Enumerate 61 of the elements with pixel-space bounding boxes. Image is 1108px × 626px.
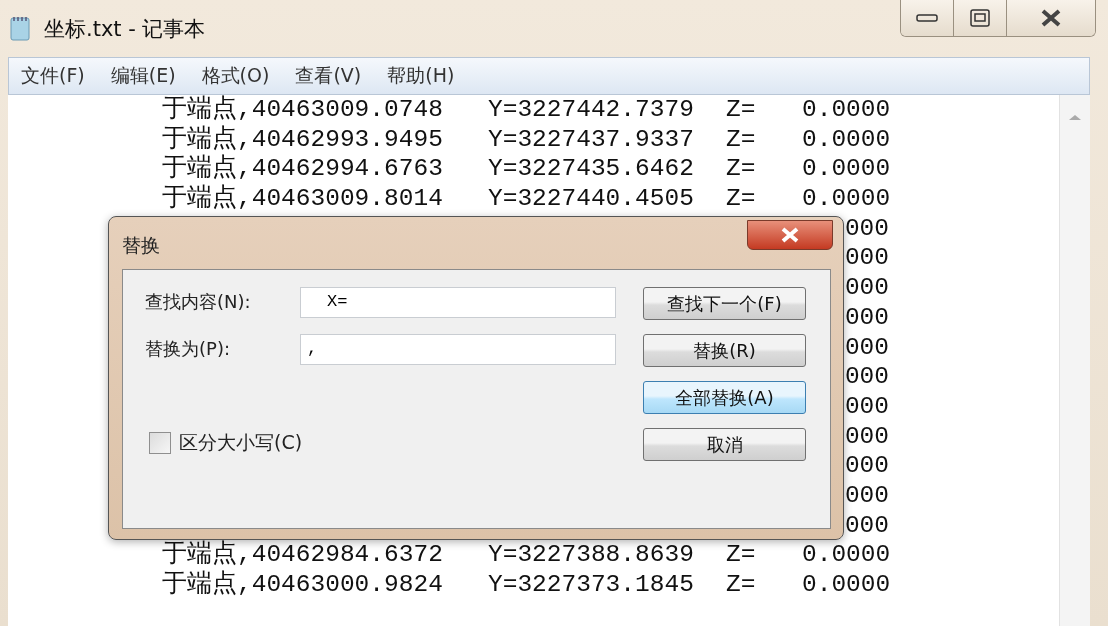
- dialog-button[interactable]: 查找下一个(F): [643, 287, 806, 320]
- close-button[interactable]: [1007, 0, 1095, 36]
- text-line: 000: [844, 392, 889, 420]
- text-line: 于端点,40462993.9495: [162, 125, 443, 153]
- text-line: Y=3227437.9337: [488, 125, 694, 153]
- text-line: 0.0000: [802, 571, 891, 598]
- text-line: Z=: [726, 571, 756, 598]
- text-line: Y=3227373.1845: [488, 571, 694, 598]
- minimize-icon[interactable]: [916, 13, 938, 23]
- dialog-button[interactable]: 取消: [643, 428, 806, 461]
- text-line: 000: [844, 452, 889, 480]
- text-line: Z=: [726, 185, 756, 213]
- scrollbar[interactable]: [1059, 95, 1090, 626]
- text-line: Y=3227440.4505: [488, 185, 694, 213]
- text-line: Z=: [726, 155, 756, 183]
- text-line: 于端点,40463009.0748: [162, 96, 443, 123]
- menu-item[interactable]: 文件(F): [21, 63, 85, 89]
- text-line: Y=3227388.8639: [488, 541, 694, 569]
- input-field[interactable]: ,: [300, 333, 616, 365]
- text-line: 000: [844, 511, 889, 539]
- dialog-title: 替换: [122, 233, 160, 258]
- menu-item[interactable]: 格式(O): [201, 63, 270, 89]
- text-line: 000: [844, 333, 889, 361]
- maximize-button[interactable]: [954, 0, 1007, 36]
- text-line: Z=: [726, 125, 756, 153]
- notepad-icon: [10, 15, 32, 41]
- field-label: 替换为(P):: [145, 337, 231, 361]
- text-line: 000: [844, 214, 889, 242]
- text-line: 于端点,40463009.8014: [162, 185, 443, 213]
- window-title: 坐标.txt - 记事本: [44, 16, 206, 43]
- input-field[interactable]: X=: [300, 286, 616, 318]
- menu-item[interactable]: 查看(V): [295, 63, 362, 89]
- text-line: 于端点,40463000.9824: [162, 571, 443, 598]
- field-label: 查找内容(N):: [145, 290, 252, 314]
- checkbox[interactable]: [149, 432, 171, 454]
- text-line: 000: [844, 422, 889, 450]
- checkbox-label[interactable]: 区分大小写(C): [179, 430, 303, 456]
- minimize-button[interactable]: [901, 0, 954, 36]
- close-button[interactable]: [747, 220, 833, 250]
- menu-item[interactable]: 编辑(E): [110, 63, 176, 89]
- text-line: 000: [844, 244, 889, 272]
- menu-item[interactable]: 帮助(H): [387, 63, 455, 89]
- close-icon[interactable]: [1040, 9, 1062, 27]
- text-line: 000: [844, 303, 889, 331]
- text-line: Y=3227442.7379: [488, 96, 694, 123]
- text-line: 000: [844, 274, 889, 302]
- text-line: Y=3227435.6462: [488, 155, 694, 183]
- text-line: 0.0000: [802, 125, 891, 153]
- text-line: 于端点,40462984.6372: [162, 541, 443, 569]
- text-line: 0.0000: [802, 541, 891, 569]
- text-line: 0.0000: [802, 185, 891, 213]
- text-line: 000: [844, 363, 889, 391]
- dialog-button[interactable]: 全部替换(A): [643, 381, 806, 414]
- text-line: Z=: [726, 96, 756, 123]
- text-line: 0.0000: [802, 96, 891, 123]
- text-line: 000: [844, 481, 889, 509]
- maximize-icon[interactable]: [970, 9, 990, 27]
- text-line: 0.0000: [802, 155, 891, 183]
- text-line: 于端点,40462994.6763: [162, 155, 443, 183]
- text-line: Z=: [726, 541, 756, 569]
- dialog-button[interactable]: 替换(R): [643, 334, 806, 367]
